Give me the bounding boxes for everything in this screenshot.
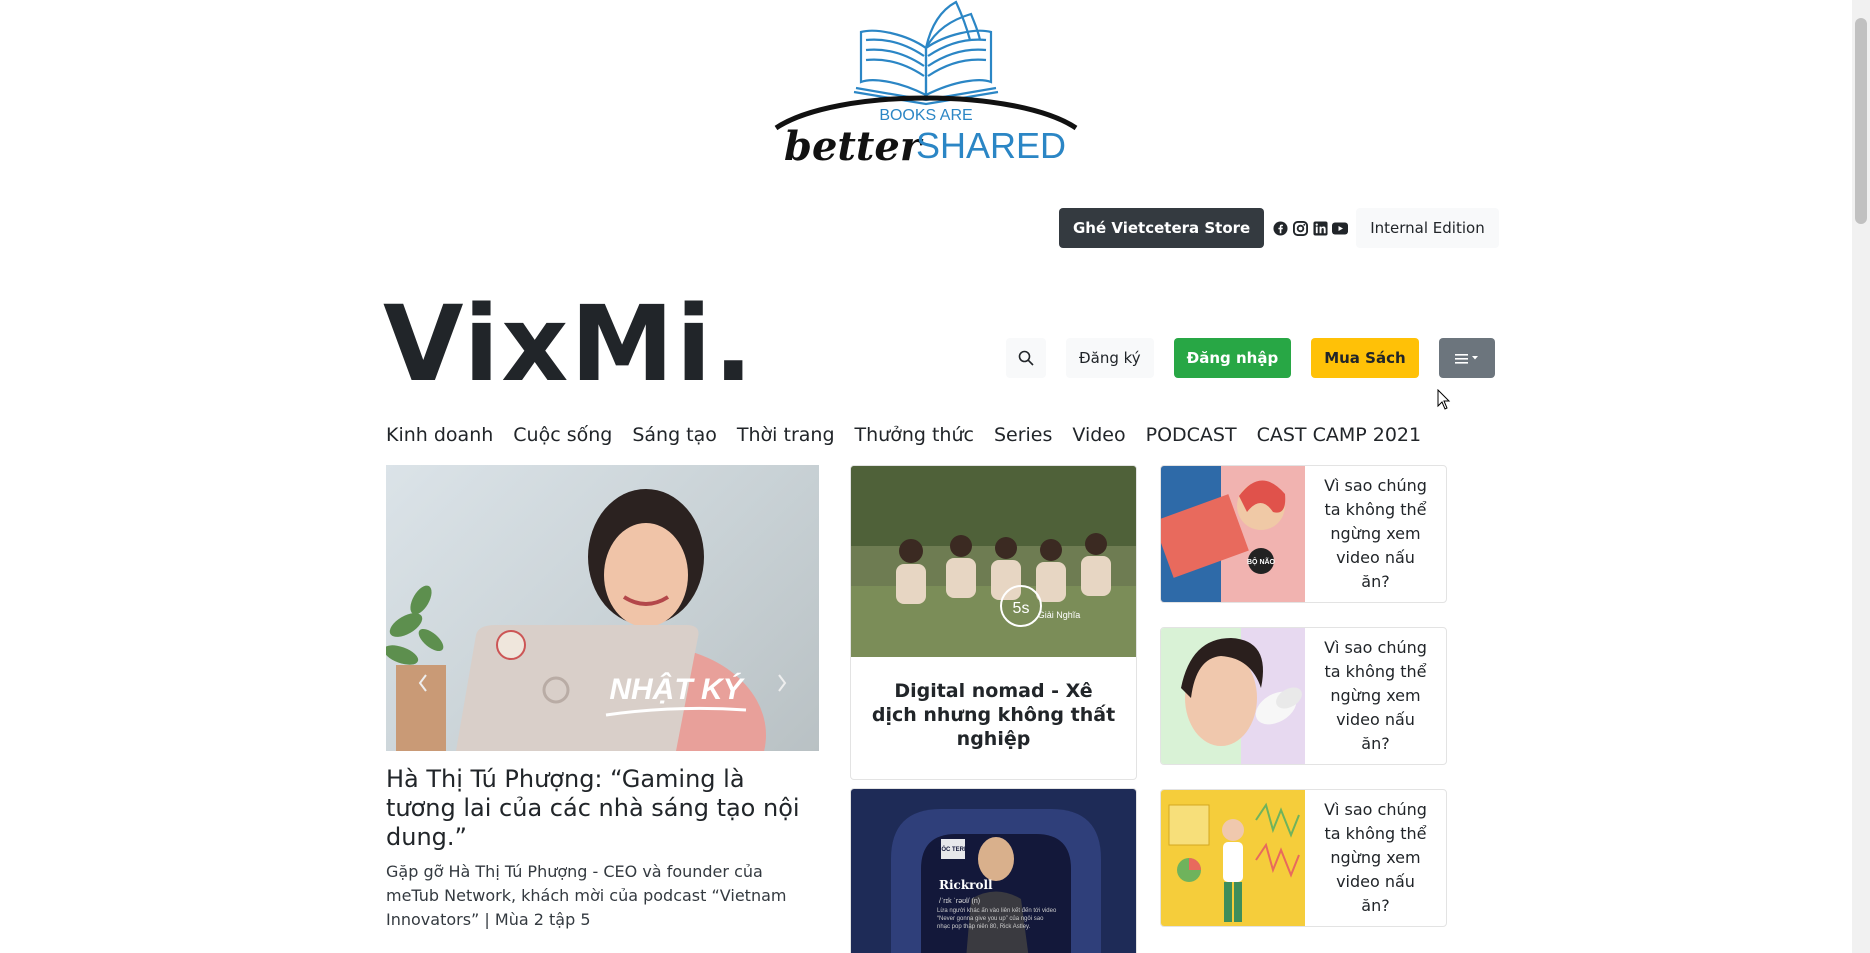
article-card-image[interactable]: BÓC TERM Rickroll /ˈrɪk ˈrəʊl/ (n) Lừa n…: [851, 789, 1136, 953]
nav-item-cast-camp[interactable]: CAST CAMP 2021: [1257, 424, 1421, 446]
carousel-next-icon: [778, 674, 787, 692]
badge: BÓC TERM: [937, 845, 969, 853]
badge-main: 5s: [1013, 600, 1030, 617]
nav-item-thuong-thuc[interactable]: Thưởng thức: [855, 424, 974, 446]
nav-item-kinh-doanh[interactable]: Kinh doanh: [386, 424, 493, 446]
site-logo[interactable]: VixMi.: [383, 292, 755, 396]
top-bar: Ghé Vietcetera Store Internal Edition: [1059, 208, 1499, 248]
nav-item-podcast[interactable]: PODCAST: [1146, 424, 1237, 446]
books-are-better-shared-logo[interactable]: BOOKS ARE better SHARED: [766, 0, 1086, 170]
featured-article-image[interactable]: NHẬT KÝ: [386, 465, 819, 751]
logo-word-shared: SHARED: [916, 125, 1066, 166]
logo-word-better: better: [784, 123, 924, 170]
side-article-thumb[interactable]: [1161, 628, 1305, 764]
store-button[interactable]: Ghé Vietcetera Store: [1059, 208, 1265, 248]
side-article-title[interactable]: Vì sao chúng ta không thể ngừng xem vide…: [1305, 628, 1446, 764]
scrollbar-thumb[interactable]: [1855, 18, 1867, 224]
nav-item-sang-tao[interactable]: Sáng tạo: [632, 424, 717, 446]
nav-item-series[interactable]: Series: [994, 424, 1052, 446]
nav-item-video[interactable]: Video: [1072, 424, 1125, 446]
menu-icon: [1454, 354, 1478, 364]
side-article-card[interactable]: BỘ NÃO Vì sao chúng ta không thể ngừng x…: [1160, 465, 1447, 603]
featured-image-caption: NHẬT KÝ: [609, 672, 745, 706]
internal-edition-button[interactable]: Internal Edition: [1356, 208, 1499, 248]
badge-sub: Giải Nghĩa: [1038, 610, 1081, 620]
vertical-scrollbar[interactable]: [1852, 0, 1870, 953]
side-article-card[interactable]: Vì sao chúng ta không thể ngừng xem vide…: [1160, 627, 1447, 765]
rickroll-heading: Rickroll: [939, 878, 993, 892]
menu-dropdown-button[interactable]: [1438, 338, 1495, 378]
linkedin-icon[interactable]: [1312, 220, 1328, 236]
search-icon: [1018, 350, 1034, 366]
chevron-down-icon: [1471, 356, 1478, 360]
featured-article-description: Gặp gỡ Hà Thị Tú Phượng - CEO và founder…: [386, 862, 787, 929]
signup-button[interactable]: Đăng ký: [1066, 338, 1154, 378]
side-article-card[interactable]: Vì sao chúng ta không thể ngừng xem vide…: [1160, 789, 1447, 927]
side-article-title[interactable]: Vì sao chúng ta không thể ngừng xem vide…: [1305, 466, 1446, 602]
side-article-thumb[interactable]: BỘ NÃO: [1161, 466, 1305, 602]
nav-item-thoi-trang[interactable]: Thời trang: [737, 424, 835, 446]
rickroll-caption: Lừa người khác ấn vào liên kết đến tới v…: [937, 908, 1057, 930]
search-button[interactable]: [1006, 338, 1046, 378]
instagram-icon[interactable]: [1292, 220, 1308, 236]
open-book-icon: [853, 0, 999, 106]
login-button[interactable]: Đăng nhập: [1173, 338, 1292, 378]
mouse-cursor-icon: [1437, 388, 1451, 415]
facebook-icon[interactable]: [1272, 220, 1288, 236]
article-card-title[interactable]: Digital nomad - Xê dịch nhưng không thất…: [851, 657, 1136, 779]
logo-line1: BOOKS ARE: [879, 107, 972, 124]
article-card[interactable]: BÓC TERM Rickroll /ˈrɪk ˈrəʊl/ (n) Lừa n…: [850, 788, 1137, 953]
category-nav: Kinh doanh Cuộc sống Sáng tạo Thời trang…: [386, 424, 1441, 446]
nav-item-cuoc-song[interactable]: Cuộc sống: [513, 424, 612, 446]
header-actions: Đăng ký Đăng nhập Mua Sách: [1006, 338, 1495, 378]
article-card[interactable]: 5s Giải Nghĩa Digital nomad - Xê dịch nh…: [850, 465, 1137, 780]
rickroll-phonetic: /ˈrɪk ˈrəʊl/ (n): [939, 897, 980, 905]
thumb-badge: BỘ NÃO: [1247, 557, 1276, 566]
featured-article[interactable]: NHẬT KÝ Hà Thị Tú Phượng: “Gaming là tươ…: [386, 465, 819, 932]
featured-article-title[interactable]: Hà Thị Tú Phượng: “Gaming là tương lai c…: [386, 765, 819, 852]
youtube-icon[interactable]: [1332, 220, 1349, 236]
article-card-image[interactable]: 5s Giải Nghĩa: [851, 466, 1136, 657]
buy-books-button[interactable]: Mua Sách: [1311, 338, 1419, 378]
side-article-title[interactable]: Vì sao chúng ta không thể ngừng xem vide…: [1305, 790, 1446, 926]
side-article-thumb[interactable]: [1161, 790, 1305, 926]
social-links: [1270, 220, 1350, 236]
